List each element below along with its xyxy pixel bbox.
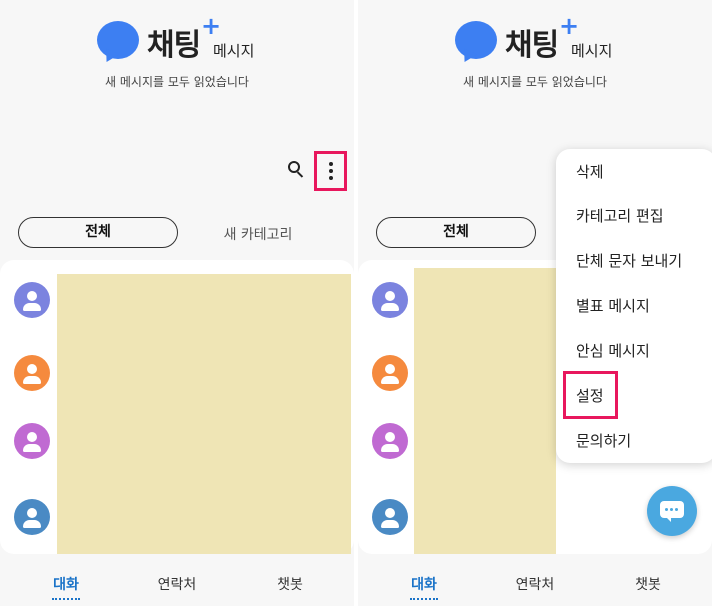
avatar[interactable] <box>14 282 50 318</box>
menu-item-safe-message[interactable]: 안심 메시지 <box>576 340 650 361</box>
menu-item-edit-category[interactable]: 카테고리 편집 <box>576 205 664 226</box>
logo-title: 채팅 <box>147 28 201 63</box>
menu-item-delete[interactable]: 삭제 <box>576 161 604 182</box>
avatar[interactable] <box>372 499 408 535</box>
compose-button[interactable] <box>647 486 697 536</box>
avatar[interactable] <box>14 499 50 535</box>
menu-item-group-message[interactable]: 단체 문자 보내기 <box>576 250 682 271</box>
app-logo: 채팅 + 메시지 <box>455 12 625 68</box>
tab-new-category[interactable]: 새 카테고리 <box>190 224 326 244</box>
tab-contacts[interactable]: 연락처 <box>137 574 217 594</box>
logo-subtitle: 메시지 <box>571 42 613 60</box>
app-logo: 채팅 + 메시지 <box>97 12 267 68</box>
status-text: 새 메시지를 모두 읽었습니다 <box>463 75 607 89</box>
screen-main: 채팅 + 메시지 새 메시지를 모두 읽었습니다 전체 새 카테고리 대화 연락… <box>0 0 354 606</box>
options-menu: 삭제 카테고리 편집 단체 문자 보내기 별표 메시지 안심 메시지 설정 문의… <box>556 149 712 463</box>
logo-plus: + <box>559 12 580 40</box>
menu-item-starred[interactable]: 별표 메시지 <box>576 295 650 316</box>
tab-conversations[interactable]: 대화 <box>384 574 464 600</box>
screen-menu-open: 채팅 + 메시지 새 메시지를 모두 읽었습니다 전체 삭제 카테고리 편집 단… <box>358 0 712 606</box>
settings-highlight <box>563 371 618 419</box>
menu-item-inquiry[interactable]: 문의하기 <box>576 430 631 451</box>
logo-plus: + <box>201 12 222 40</box>
redacted-content <box>57 274 351 554</box>
tab-chatbot[interactable]: 챗봇 <box>608 574 688 594</box>
more-options-button[interactable] <box>314 151 347 191</box>
logo-title: 채팅 <box>505 28 559 63</box>
avatar[interactable] <box>372 355 408 391</box>
tab-contacts[interactable]: 연락처 <box>495 574 575 594</box>
tab-chatbot[interactable]: 챗봇 <box>250 574 330 594</box>
tab-conversations[interactable]: 대화 <box>26 574 106 600</box>
redacted-content <box>414 268 556 554</box>
tab-all[interactable]: 전체 <box>376 217 536 248</box>
bottom-nav: 대화 연락처 챗봇 <box>0 558 354 606</box>
logo-subtitle: 메시지 <box>213 42 255 60</box>
avatar[interactable] <box>14 355 50 391</box>
avatar[interactable] <box>372 423 408 459</box>
avatar[interactable] <box>14 423 50 459</box>
tab-all[interactable]: 전체 <box>18 217 178 248</box>
avatar[interactable] <box>372 282 408 318</box>
search-icon[interactable] <box>285 158 307 182</box>
status-text: 새 메시지를 모두 읽었습니다 <box>105 75 249 89</box>
bottom-nav: 대화 연락처 챗봇 <box>358 558 712 606</box>
